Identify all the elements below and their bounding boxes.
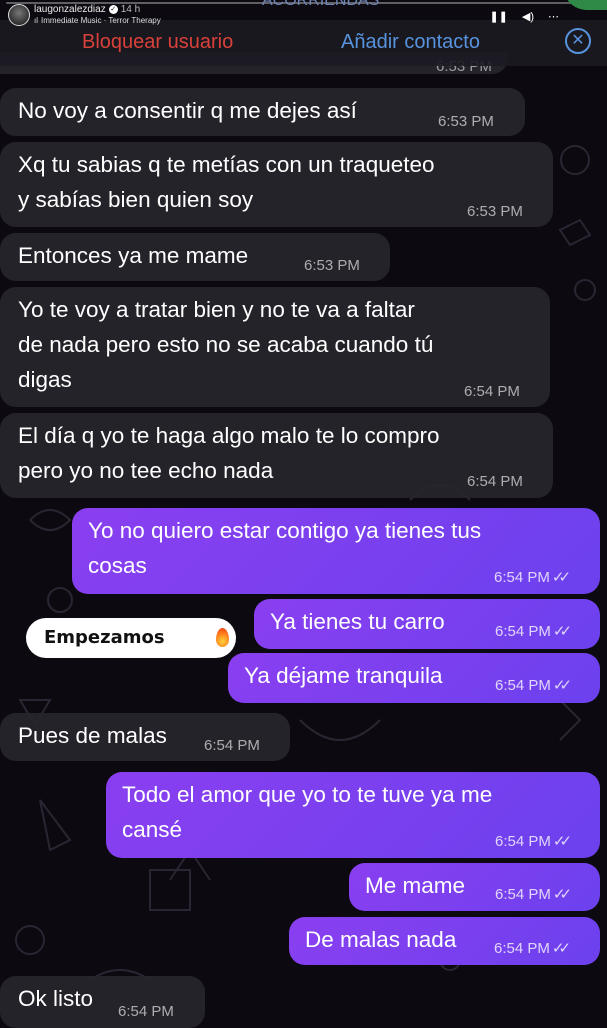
story-controls: ❚❚ ◀) ⋯ [475, 10, 559, 23]
message-bubble-incoming[interactable]: Xq tu sabias q te metías con un traquete… [0, 142, 553, 227]
message-text: Ya tienes tu carro [270, 609, 445, 634]
message-bubble-outgoing[interactable]: Ya tienes tu carro 6:54 PM ✓✓ [254, 599, 600, 649]
message-text: No voy a consentir q me dejes así [18, 98, 357, 123]
message-time-text: 6:54 PM [495, 623, 551, 640]
story-music-text: Immediate Music · Terror Therapy [41, 16, 161, 25]
message-bubble-outgoing[interactable]: Me mame 6:54 PM ✓✓ [349, 863, 600, 911]
message-text: Yo te voy a tratar bien y no te va a fal… [18, 297, 434, 392]
read-checkmarks-icon: ✓✓ [552, 833, 572, 850]
message-time: 6:54 PM ✓✓ [494, 569, 571, 587]
message-text: Entonces ya me mame [18, 243, 249, 268]
story-username[interactable]: laugonzalezdiaz [34, 4, 106, 15]
block-user-button[interactable]: Bloquear usuario [82, 31, 233, 54]
message-time: 6:54 PM [118, 1003, 174, 1020]
message-text: El día q yo te haga algo malo te lo comp… [18, 423, 440, 483]
story-username-line[interactable]: laugonzalezdiaz ✓ 14 h [34, 4, 140, 15]
more-options-icon[interactable]: ⋯ [548, 11, 559, 23]
verified-icon: ✓ [108, 4, 118, 14]
avatar[interactable] [8, 4, 30, 26]
story-header: ACORRIENDAS laugonzalezdiaz ✓ 14 h ıl Immed… [0, 0, 607, 28]
read-checkmarks-icon: ✓✓ [552, 886, 572, 903]
message-time: 6:53 PM [304, 257, 360, 274]
cut-off-header-text: ACORRIENDAS [262, 0, 380, 9]
read-checkmarks-icon: ✓✓ [551, 569, 571, 586]
message-bubble-incoming[interactable]: El día q yo te haga algo malo te lo comp… [0, 413, 553, 498]
message-bubble-incoming[interactable]: No voy a consentir q me dejes así 6:53 P… [0, 88, 525, 136]
message-time: 6:54 PM ✓✓ [494, 940, 571, 958]
add-contact-button[interactable]: Añadir contacto [341, 31, 480, 54]
message-text: Ok listo [18, 986, 94, 1011]
message-text: Pues de malas [18, 723, 167, 748]
message-time: 6:53 PM [467, 203, 523, 220]
story-music-line[interactable]: ıl Immediate Music · Terror Therapy [34, 16, 161, 25]
message-bubble-outgoing[interactable]: Yo no quiero estar contigo ya tienes tus… [72, 508, 600, 594]
message-time-text: 6:54 PM [495, 833, 551, 850]
close-icon: ✕ [571, 32, 585, 49]
message-text: Xq tu sabias q te metías con un traquete… [18, 152, 435, 212]
message-time: 6:54 PM ✓✓ [495, 886, 572, 904]
message-bubble-incoming[interactable]: Yo te voy a tratar bien y no te va a fal… [0, 287, 550, 407]
story-time-ago: 14 h [120, 4, 141, 15]
empezamos-sticker: Empezamos [26, 618, 236, 658]
message-time-text: 6:54 PM [494, 940, 550, 957]
message-bubble-incoming[interactable]: Ok listo 6:54 PM [0, 976, 205, 1028]
message-text: De malas nada [305, 927, 457, 952]
pause-icon[interactable]: ❚❚ [489, 11, 507, 23]
message-time: 6:54 PM ✓✓ [495, 833, 572, 851]
message-bubble-outgoing[interactable]: De malas nada 6:54 PM ✓✓ [289, 917, 600, 965]
message-time: 6:54 PM [464, 383, 520, 400]
message-bubble-incoming[interactable]: Entonces ya me mame 6:53 PM [0, 233, 390, 281]
fire-icon [216, 628, 229, 647]
message-time: 6:54 PM [467, 473, 523, 490]
message-time: 6:53 PM [438, 113, 494, 130]
message-time: 6:54 PM ✓✓ [495, 677, 572, 695]
message-time-text: 6:54 PM [495, 886, 551, 903]
close-button[interactable]: ✕ [565, 28, 591, 54]
message-text: Me mame [365, 873, 466, 898]
speaker-icon[interactable]: ◀) [522, 11, 534, 23]
message-bubble-incoming[interactable]: Pues de malas 6:54 PM [0, 713, 290, 761]
message-bubble-outgoing[interactable]: Ya déjame tranquila 6:54 PM ✓✓ [228, 653, 600, 703]
read-checkmarks-icon: ✓✓ [552, 623, 572, 640]
message-text: Yo no quiero estar contigo ya tienes tus… [88, 518, 482, 578]
message-text: Ya déjame tranquila [244, 663, 443, 688]
read-checkmarks-icon: ✓✓ [552, 677, 572, 694]
message-bubble-outgoing[interactable]: Todo el amor que yo to te tuve ya me can… [106, 772, 600, 858]
message-time-text: 6:54 PM [495, 677, 551, 694]
sticker-text: Empezamos [44, 627, 165, 648]
read-checkmarks-icon: ✓✓ [551, 940, 571, 957]
message-time-text: 6:54 PM [494, 569, 550, 586]
message-time: 6:54 PM [204, 737, 260, 754]
green-corner-shape [563, 0, 607, 10]
music-bars-icon: ıl [34, 16, 38, 25]
message-text: Todo el amor que yo to te tuve ya me can… [122, 782, 493, 842]
message-time: 6:54 PM ✓✓ [495, 623, 572, 641]
